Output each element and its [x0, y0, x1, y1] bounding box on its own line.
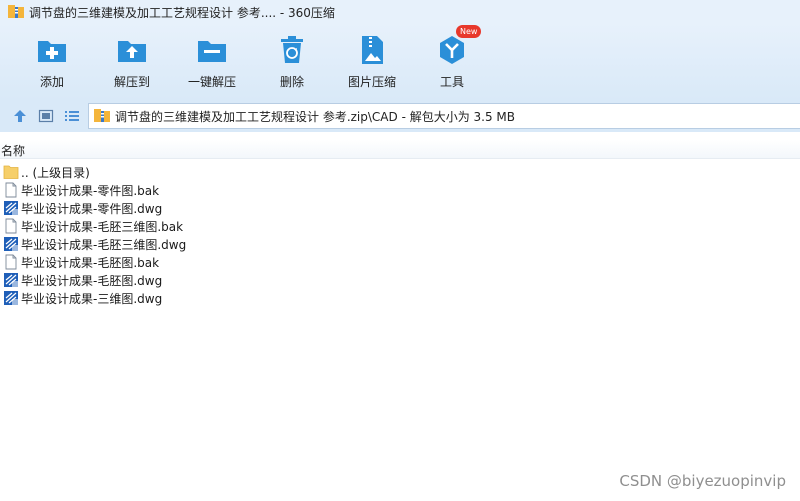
file-list: 名称 .. (上级目录) 毕业设计成果-零件图.bak 毕业设计成果-零件图.d… — [0, 132, 800, 501]
extract-to-label: 解压到 — [113, 75, 150, 89]
blank-file-icon — [5, 254, 17, 270]
path-field[interactable]: 调节盘的三维建模及加工工艺规程设计 参考.zip\CAD - 解包大小为 3.5… — [88, 103, 800, 129]
file-rows: .. (上级目录) 毕业设计成果-零件图.bak 毕业设计成果-零件图.dwg — [0, 163, 800, 307]
watermark: CSDN @biyezuopinvip — [619, 472, 786, 490]
add-icon — [38, 41, 66, 62]
dwg-file-icon — [4, 237, 18, 251]
file-name: 毕业设计成果-毛胚图.bak — [21, 255, 160, 270]
add-label: 添加 — [39, 75, 64, 89]
up-arrow-icon[interactable] — [12, 108, 28, 124]
window-title: 调节盘的三维建模及加工工艺规程设计 参考.... - 360压缩 — [29, 5, 335, 20]
title-bar: 调节盘的三维建模及加工工艺规程设计 参考.... - 360压缩 — [0, 0, 800, 24]
file-name: 毕业设计成果-毛胚图.dwg — [21, 273, 163, 288]
tools-button[interactable]: New 工具 — [414, 25, 490, 94]
extract-to-button[interactable]: 解压到 — [94, 28, 170, 94]
delete-label: 删除 — [279, 75, 304, 89]
app-logo-icon — [8, 5, 24, 18]
toolbar: 添加 解压到 一键解压 删除 图片压缩 New 工具 — [0, 24, 800, 100]
list-item[interactable]: 毕业设计成果-毛胚三维图.bak — [0, 217, 800, 235]
list-item[interactable]: 毕业设计成果-毛胚图.bak — [0, 253, 800, 271]
file-name: 毕业设计成果-毛胚三维图.bak — [21, 219, 184, 234]
zip-archive-icon — [94, 109, 110, 122]
thumbnail-view-icon[interactable] — [38, 108, 54, 124]
list-item[interactable]: 毕业设计成果-毛胚三维图.dwg — [0, 235, 800, 253]
delete-icon — [281, 36, 303, 63]
file-name: 毕业设计成果-三维图.dwg — [21, 291, 163, 306]
column-header-label: 名称 — [1, 144, 26, 158]
app-window: 调节盘的三维建模及加工工艺规程设计 参考.... - 360压缩 添加 解压到 — [0, 0, 800, 501]
image-compress-label: 图片压缩 — [347, 75, 396, 89]
file-name: 毕业设计成果-零件图.bak — [21, 183, 160, 198]
blank-file-icon — [5, 218, 17, 234]
one-click-extract-button[interactable]: 一键解压 — [174, 28, 250, 94]
list-item-parent-folder[interactable]: .. (上级目录) — [0, 163, 800, 181]
blank-file-icon — [5, 182, 17, 198]
file-name: .. (上级目录) — [21, 165, 90, 180]
extract-to-icon — [118, 41, 146, 62]
image-compress-icon — [362, 36, 383, 64]
new-badge: New — [456, 25, 482, 38]
list-item[interactable]: 毕业设计成果-三维图.dwg — [0, 289, 800, 307]
dwg-file-icon — [4, 201, 18, 215]
tools-icon — [440, 36, 464, 64]
file-name: 毕业设计成果-毛胚三维图.dwg — [21, 237, 187, 252]
file-name: 毕业设计成果-零件图.dwg — [21, 201, 163, 216]
image-compress-button[interactable]: 图片压缩 — [334, 28, 410, 94]
folder-icon — [3, 165, 19, 179]
one-click-extract-label: 一键解压 — [187, 75, 236, 89]
column-header-name[interactable]: 名称 — [0, 140, 800, 159]
tools-label: 工具 — [439, 75, 464, 89]
list-view-icon[interactable] — [64, 108, 80, 124]
dwg-file-icon — [4, 273, 18, 287]
one-click-extract-icon — [198, 41, 226, 62]
delete-button[interactable]: 删除 — [254, 28, 330, 94]
dwg-file-icon — [4, 291, 18, 305]
list-item[interactable]: 毕业设计成果-零件图.bak — [0, 181, 800, 199]
add-button[interactable]: 添加 — [14, 28, 90, 94]
path-text: 调节盘的三维建模及加工工艺规程设计 参考.zip\CAD - 解包大小为 3.5… — [115, 109, 516, 124]
list-item[interactable]: 毕业设计成果-毛胚图.dwg — [0, 271, 800, 289]
list-item[interactable]: 毕业设计成果-零件图.dwg — [0, 199, 800, 217]
address-bar: 调节盘的三维建模及加工工艺规程设计 参考.zip\CAD - 解包大小为 3.5… — [0, 100, 800, 132]
